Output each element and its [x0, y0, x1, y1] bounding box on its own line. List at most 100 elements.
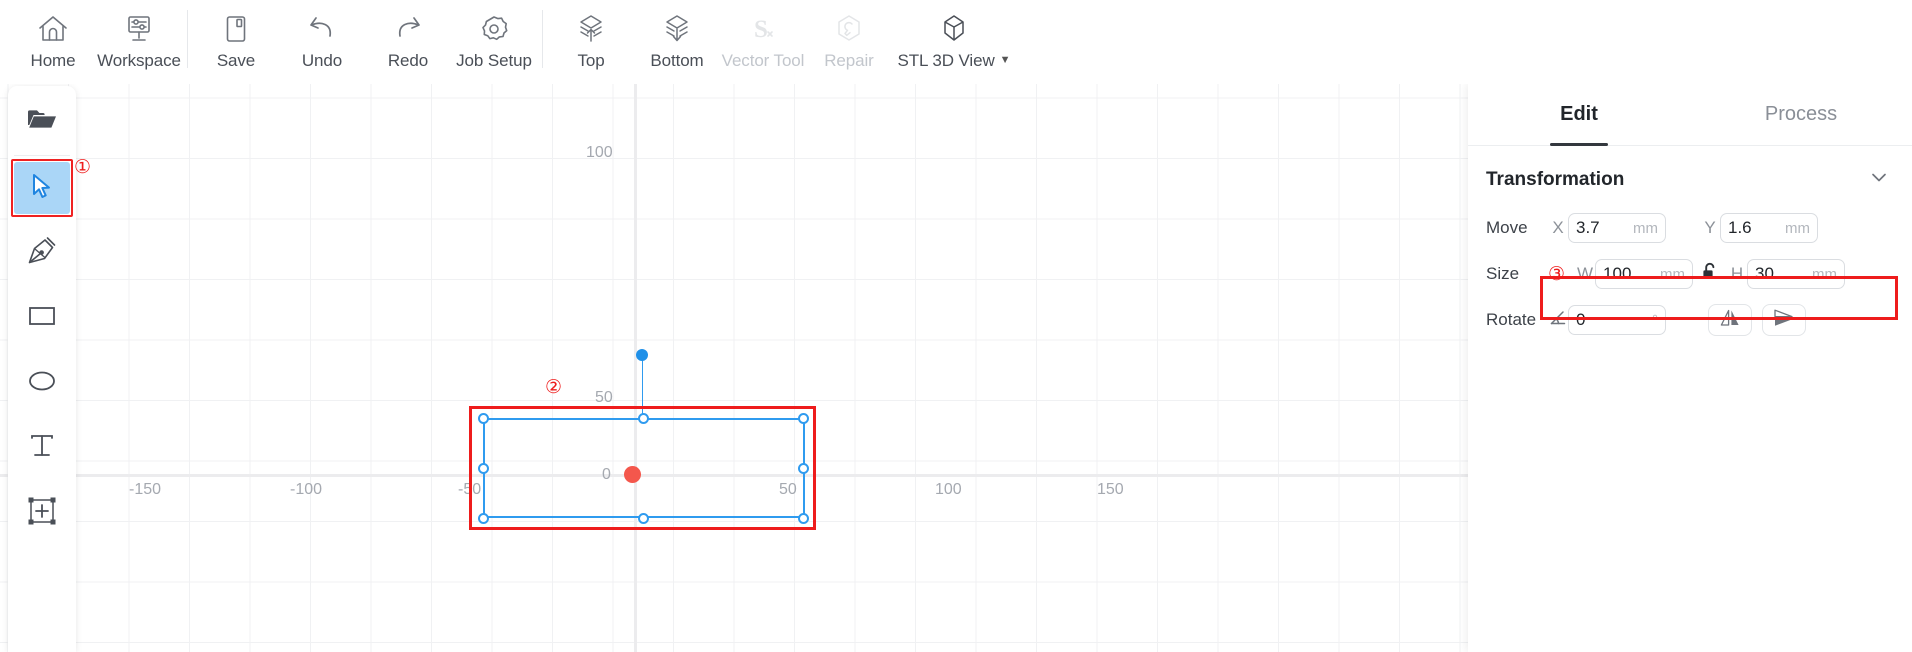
- toolbar-button-stl-3d-view[interactable]: STL 3D View ▼: [892, 0, 1016, 78]
- chevron-down-icon[interactable]: [1868, 166, 1890, 193]
- toolbar-button-bottom[interactable]: Bottom: [634, 0, 720, 78]
- unlocked-padlock-icon: [1701, 262, 1719, 287]
- move-x-input[interactable]: 3.7 mm: [1568, 213, 1666, 243]
- sidebar-item-open-file[interactable]: [8, 90, 76, 155]
- folder-open-icon: [26, 104, 58, 141]
- toolbar-divider: [187, 10, 188, 68]
- annotation-marker-three: ③: [1548, 262, 1566, 285]
- rotate-angle-input[interactable]: 0 °: [1568, 305, 1666, 335]
- aspect-lock-toggle[interactable]: [1693, 262, 1727, 287]
- size-h-unit: mm: [1812, 265, 1838, 283]
- toolbar-label: Workspace: [97, 51, 181, 70]
- save-icon: [219, 9, 253, 49]
- sidebar-item-transform-tool[interactable]: [8, 481, 76, 546]
- rotate-angle-value: 0: [1576, 310, 1586, 329]
- active-tab-underline: [1550, 143, 1608, 146]
- main-toolbar: Home Workspace Save Undo Redo Job Setup …: [0, 0, 1912, 84]
- panel-tab-bar: Edit Process: [1468, 84, 1912, 146]
- flip-vertical-icon: [1771, 307, 1797, 334]
- job-setup-icon: [477, 9, 511, 49]
- resize-handle-top-center[interactable]: [638, 413, 649, 424]
- toolbar-divider: [542, 10, 543, 68]
- sidebar-item-text-tool[interactable]: [8, 416, 76, 481]
- ellipse-icon: [26, 365, 58, 402]
- sidebar-item-ellipse-tool[interactable]: [8, 351, 76, 416]
- toolbar-label: Repair: [824, 51, 874, 70]
- tool-rail: [8, 86, 76, 652]
- toolbar-button-home[interactable]: Home: [10, 0, 96, 78]
- toolbar-label: Save: [216, 51, 256, 70]
- flip-horizontal-icon: [1718, 307, 1742, 334]
- resize-handle-bottom-left[interactable]: [478, 513, 489, 524]
- size-h-input[interactable]: 30 mm: [1747, 259, 1846, 289]
- workspace-icon: [122, 9, 156, 49]
- toolbar-button-vector-tool[interactable]: S Vector Tool: [720, 0, 806, 78]
- tab-edit[interactable]: Edit: [1468, 84, 1690, 146]
- sidebar-item-rectangle-tool[interactable]: [8, 286, 76, 351]
- undo-icon: [305, 9, 339, 49]
- transform-plus-icon: [26, 495, 58, 532]
- move-y-label: Y: [1704, 218, 1716, 237]
- resize-handle-bottom-center[interactable]: [638, 513, 649, 524]
- sidebar-item-pen-tool[interactable]: [8, 221, 76, 286]
- move-y-value: 1.6: [1728, 218, 1752, 237]
- annotation-marker-two: ②: [545, 376, 563, 398]
- move-label: Move: [1486, 218, 1528, 237]
- toolbar-label: Undo: [301, 51, 343, 70]
- properties-panel: Edit Process Transformation Move X 3.7 m…: [1468, 84, 1912, 652]
- pen-nib-icon: [26, 235, 58, 272]
- toolbar-label: STL 3D View: [897, 51, 995, 70]
- rotation-handle-stem: [642, 355, 643, 418]
- size-row: Size ③ W 100 mm H 30 mm: [1468, 251, 1912, 297]
- svg-text:S: S: [754, 16, 768, 43]
- transformation-section-header[interactable]: Transformation: [1468, 146, 1912, 193]
- top-layer-icon: [574, 9, 608, 49]
- toolbar-label: Job Setup: [456, 51, 532, 70]
- stl-3d-view-icon: [937, 9, 971, 49]
- tab-label: Process: [1764, 103, 1838, 125]
- resize-handle-middle-right[interactable]: [798, 463, 809, 474]
- rectangle-icon: [26, 300, 58, 337]
- selected-object-bounds[interactable]: [483, 418, 805, 518]
- move-x-label: X: [1552, 218, 1564, 237]
- annotation-marker-one: ①: [74, 156, 92, 178]
- toolbar-label: Redo: [387, 51, 429, 70]
- toolbar-button-repair[interactable]: Repair: [806, 0, 892, 78]
- toolbar-label: Bottom: [650, 51, 704, 70]
- text-t-icon: [26, 430, 58, 467]
- resize-handle-top-right[interactable]: [798, 413, 809, 424]
- flip-vertical-button[interactable]: [1762, 304, 1806, 336]
- y-axis-line: [634, 84, 637, 652]
- x-tick-label: -50: [458, 481, 482, 498]
- resize-handle-top-left[interactable]: [478, 413, 489, 424]
- move-y-input[interactable]: 1.6 mm: [1720, 213, 1818, 243]
- toolbar-button-top[interactable]: Top: [548, 0, 634, 78]
- chevron-down-icon[interactable]: ▼: [1000, 54, 1011, 66]
- flip-horizontal-button[interactable]: [1708, 304, 1752, 336]
- size-w-input[interactable]: 100 mm: [1595, 259, 1694, 289]
- resize-handle-middle-left[interactable]: [478, 463, 489, 474]
- x-tick-label: -150: [129, 481, 162, 498]
- angle-icon: [1548, 308, 1568, 333]
- tab-process[interactable]: Process: [1690, 84, 1912, 145]
- design-canvas[interactable]: 100 50 -150 -100 -50 50 100 150 0 ②: [0, 84, 1468, 652]
- size-w-value: 100: [1603, 264, 1632, 283]
- rotation-handle[interactable]: [636, 349, 648, 361]
- move-y-unit: mm: [1785, 219, 1810, 237]
- toolbar-button-job-setup[interactable]: Job Setup: [451, 0, 537, 78]
- rotate-label: Rotate: [1486, 310, 1537, 329]
- rotate-angle-unit: °: [1652, 311, 1658, 329]
- size-w-label: W: [1577, 264, 1594, 283]
- toolbar-button-undo[interactable]: Undo: [279, 0, 365, 78]
- toolbar-button-save[interactable]: Save: [193, 0, 279, 78]
- toolbar-button-redo[interactable]: Redo: [365, 0, 451, 78]
- tab-label: Edit: [1560, 103, 1598, 125]
- size-h-label: H: [1730, 264, 1744, 283]
- size-label: Size: [1486, 264, 1520, 283]
- sidebar-item-select-tool[interactable]: [8, 156, 76, 221]
- move-x-unit: mm: [1633, 219, 1658, 237]
- toolbar-button-workspace[interactable]: Workspace: [96, 0, 182, 78]
- size-h-value: 30: [1755, 264, 1774, 283]
- bottom-layer-icon: [660, 9, 694, 49]
- resize-handle-bottom-right[interactable]: [798, 513, 809, 524]
